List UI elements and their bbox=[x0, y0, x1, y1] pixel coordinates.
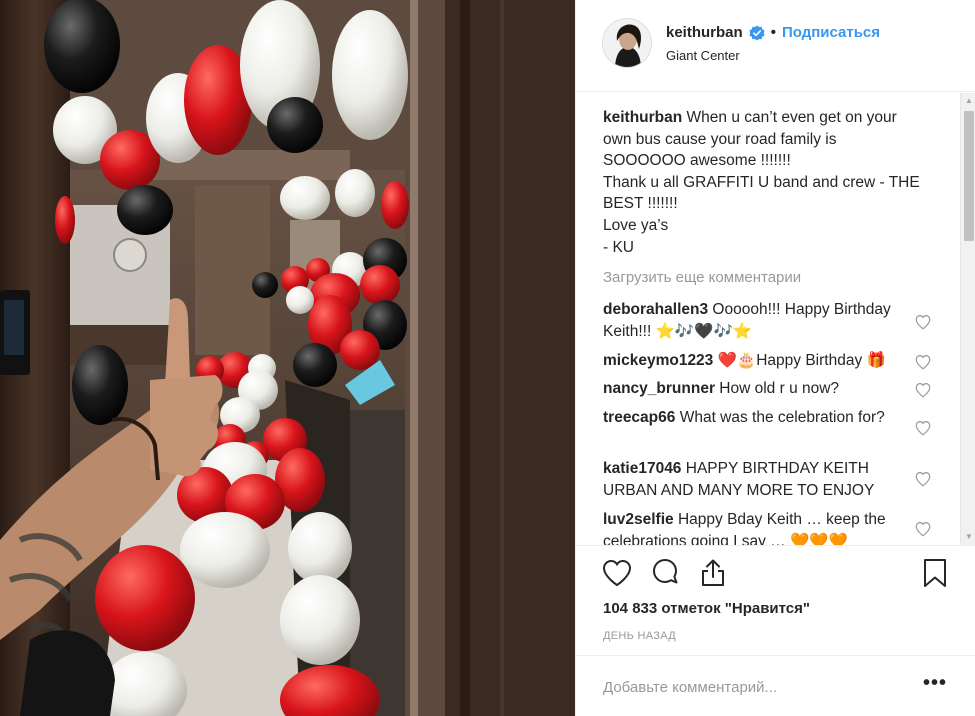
username[interactable]: keithurban bbox=[666, 24, 743, 41]
comments-list[interactable]: keithurban When u can’t even get on your… bbox=[576, 93, 975, 545]
post-actions: 104 833 отметок "Нравится" ДЕНЬ НАЗАД bbox=[576, 545, 975, 655]
balloons-bus-image bbox=[0, 0, 575, 716]
more-options-icon[interactable]: ••• bbox=[923, 672, 947, 695]
comment-item: deborahallen3 Oooooh!!! Happy Birthday K… bbox=[603, 299, 903, 342]
comment-like-heart-icon[interactable] bbox=[914, 381, 932, 399]
scrollbar-thumb[interactable] bbox=[964, 111, 974, 241]
follow-button[interactable]: Подписаться bbox=[782, 24, 880, 41]
bookmark-icon[interactable] bbox=[918, 556, 952, 590]
comment-item: katie17046 HAPPY BIRTHDAY KEITH URBAN AN… bbox=[603, 458, 903, 501]
caption-line: Thank u all GRAFFITI U band and crew - T… bbox=[603, 173, 920, 191]
comment-item: nancy_brunner How old r u now? bbox=[603, 378, 903, 400]
location-link[interactable]: Giant Center bbox=[666, 48, 740, 63]
avatar[interactable] bbox=[602, 18, 652, 68]
comment-username[interactable]: deborahallen3 bbox=[603, 301, 708, 318]
comment-username[interactable]: luv2selfie bbox=[603, 511, 674, 528]
likes-count[interactable]: 104 833 отметок "Нравится" bbox=[603, 600, 810, 617]
caption-line: own bus cause your road family is bbox=[603, 130, 837, 148]
comment-like-heart-icon[interactable] bbox=[914, 470, 932, 488]
share-icon[interactable] bbox=[696, 556, 730, 590]
comment-username[interactable]: katie17046 bbox=[603, 460, 681, 477]
comment-like-heart-icon[interactable] bbox=[914, 353, 932, 371]
caption-line: Love ya’s bbox=[603, 216, 669, 234]
comment-username[interactable]: mickeymo1223 bbox=[603, 352, 713, 369]
verified-badge-icon bbox=[749, 25, 765, 40]
scroll-down-arrow-icon[interactable]: ▼ bbox=[961, 529, 975, 545]
comment-like-heart-icon[interactable] bbox=[914, 520, 932, 538]
comments-scrollbar[interactable]: ▲ ▼ bbox=[960, 93, 975, 545]
separator-dot: • bbox=[770, 24, 776, 41]
post-photo[interactable] bbox=[0, 0, 575, 716]
comment-icon[interactable] bbox=[648, 556, 682, 590]
comment-username[interactable]: treecap66 bbox=[603, 409, 675, 426]
caption-username[interactable]: keithurban bbox=[603, 109, 682, 126]
comment-item: luv2selfie Happy Bday Keith … keep the c… bbox=[603, 509, 903, 545]
post-timestamp[interactable]: ДЕНЬ НАЗАД bbox=[603, 630, 676, 642]
comment-item: mickeymo1223 ❤️🎂Happy Birthday 🎁 bbox=[603, 350, 903, 372]
caption: keithurban When u can’t even get on your… bbox=[603, 107, 948, 258]
comment-item: treecap66 What was the celebration for? bbox=[603, 407, 903, 429]
header-line: keithurban • Подписаться bbox=[666, 24, 880, 41]
caption-line: BEST !!!!!!! bbox=[603, 195, 678, 213]
heart-icon[interactable] bbox=[600, 556, 634, 590]
load-more-comments-button[interactable]: Загрузить еще комментарии bbox=[603, 269, 801, 286]
comment-text: What was the celebration for? bbox=[679, 409, 885, 426]
post-details-panel: keithurban • Подписаться Giant Center ke… bbox=[575, 0, 975, 716]
post-header: keithurban • Подписаться Giant Center bbox=[576, 0, 975, 92]
comment-text: How old r u now? bbox=[719, 380, 840, 397]
add-comment-input[interactable] bbox=[603, 676, 913, 698]
add-comment-bar: ••• bbox=[576, 655, 975, 716]
caption-line: - KU bbox=[603, 238, 634, 256]
caption-line: When u can’t even get on your bbox=[686, 109, 897, 126]
comment-like-heart-icon[interactable] bbox=[914, 313, 932, 331]
comment-like-heart-icon[interactable] bbox=[914, 419, 932, 437]
scroll-up-arrow-icon[interactable]: ▲ bbox=[961, 93, 975, 109]
caption-line: SOOOOOO awesome !!!!!!! bbox=[603, 152, 791, 170]
comment-username[interactable]: nancy_brunner bbox=[603, 380, 715, 397]
comment-text: ❤️🎂Happy Birthday 🎁 bbox=[717, 352, 886, 369]
